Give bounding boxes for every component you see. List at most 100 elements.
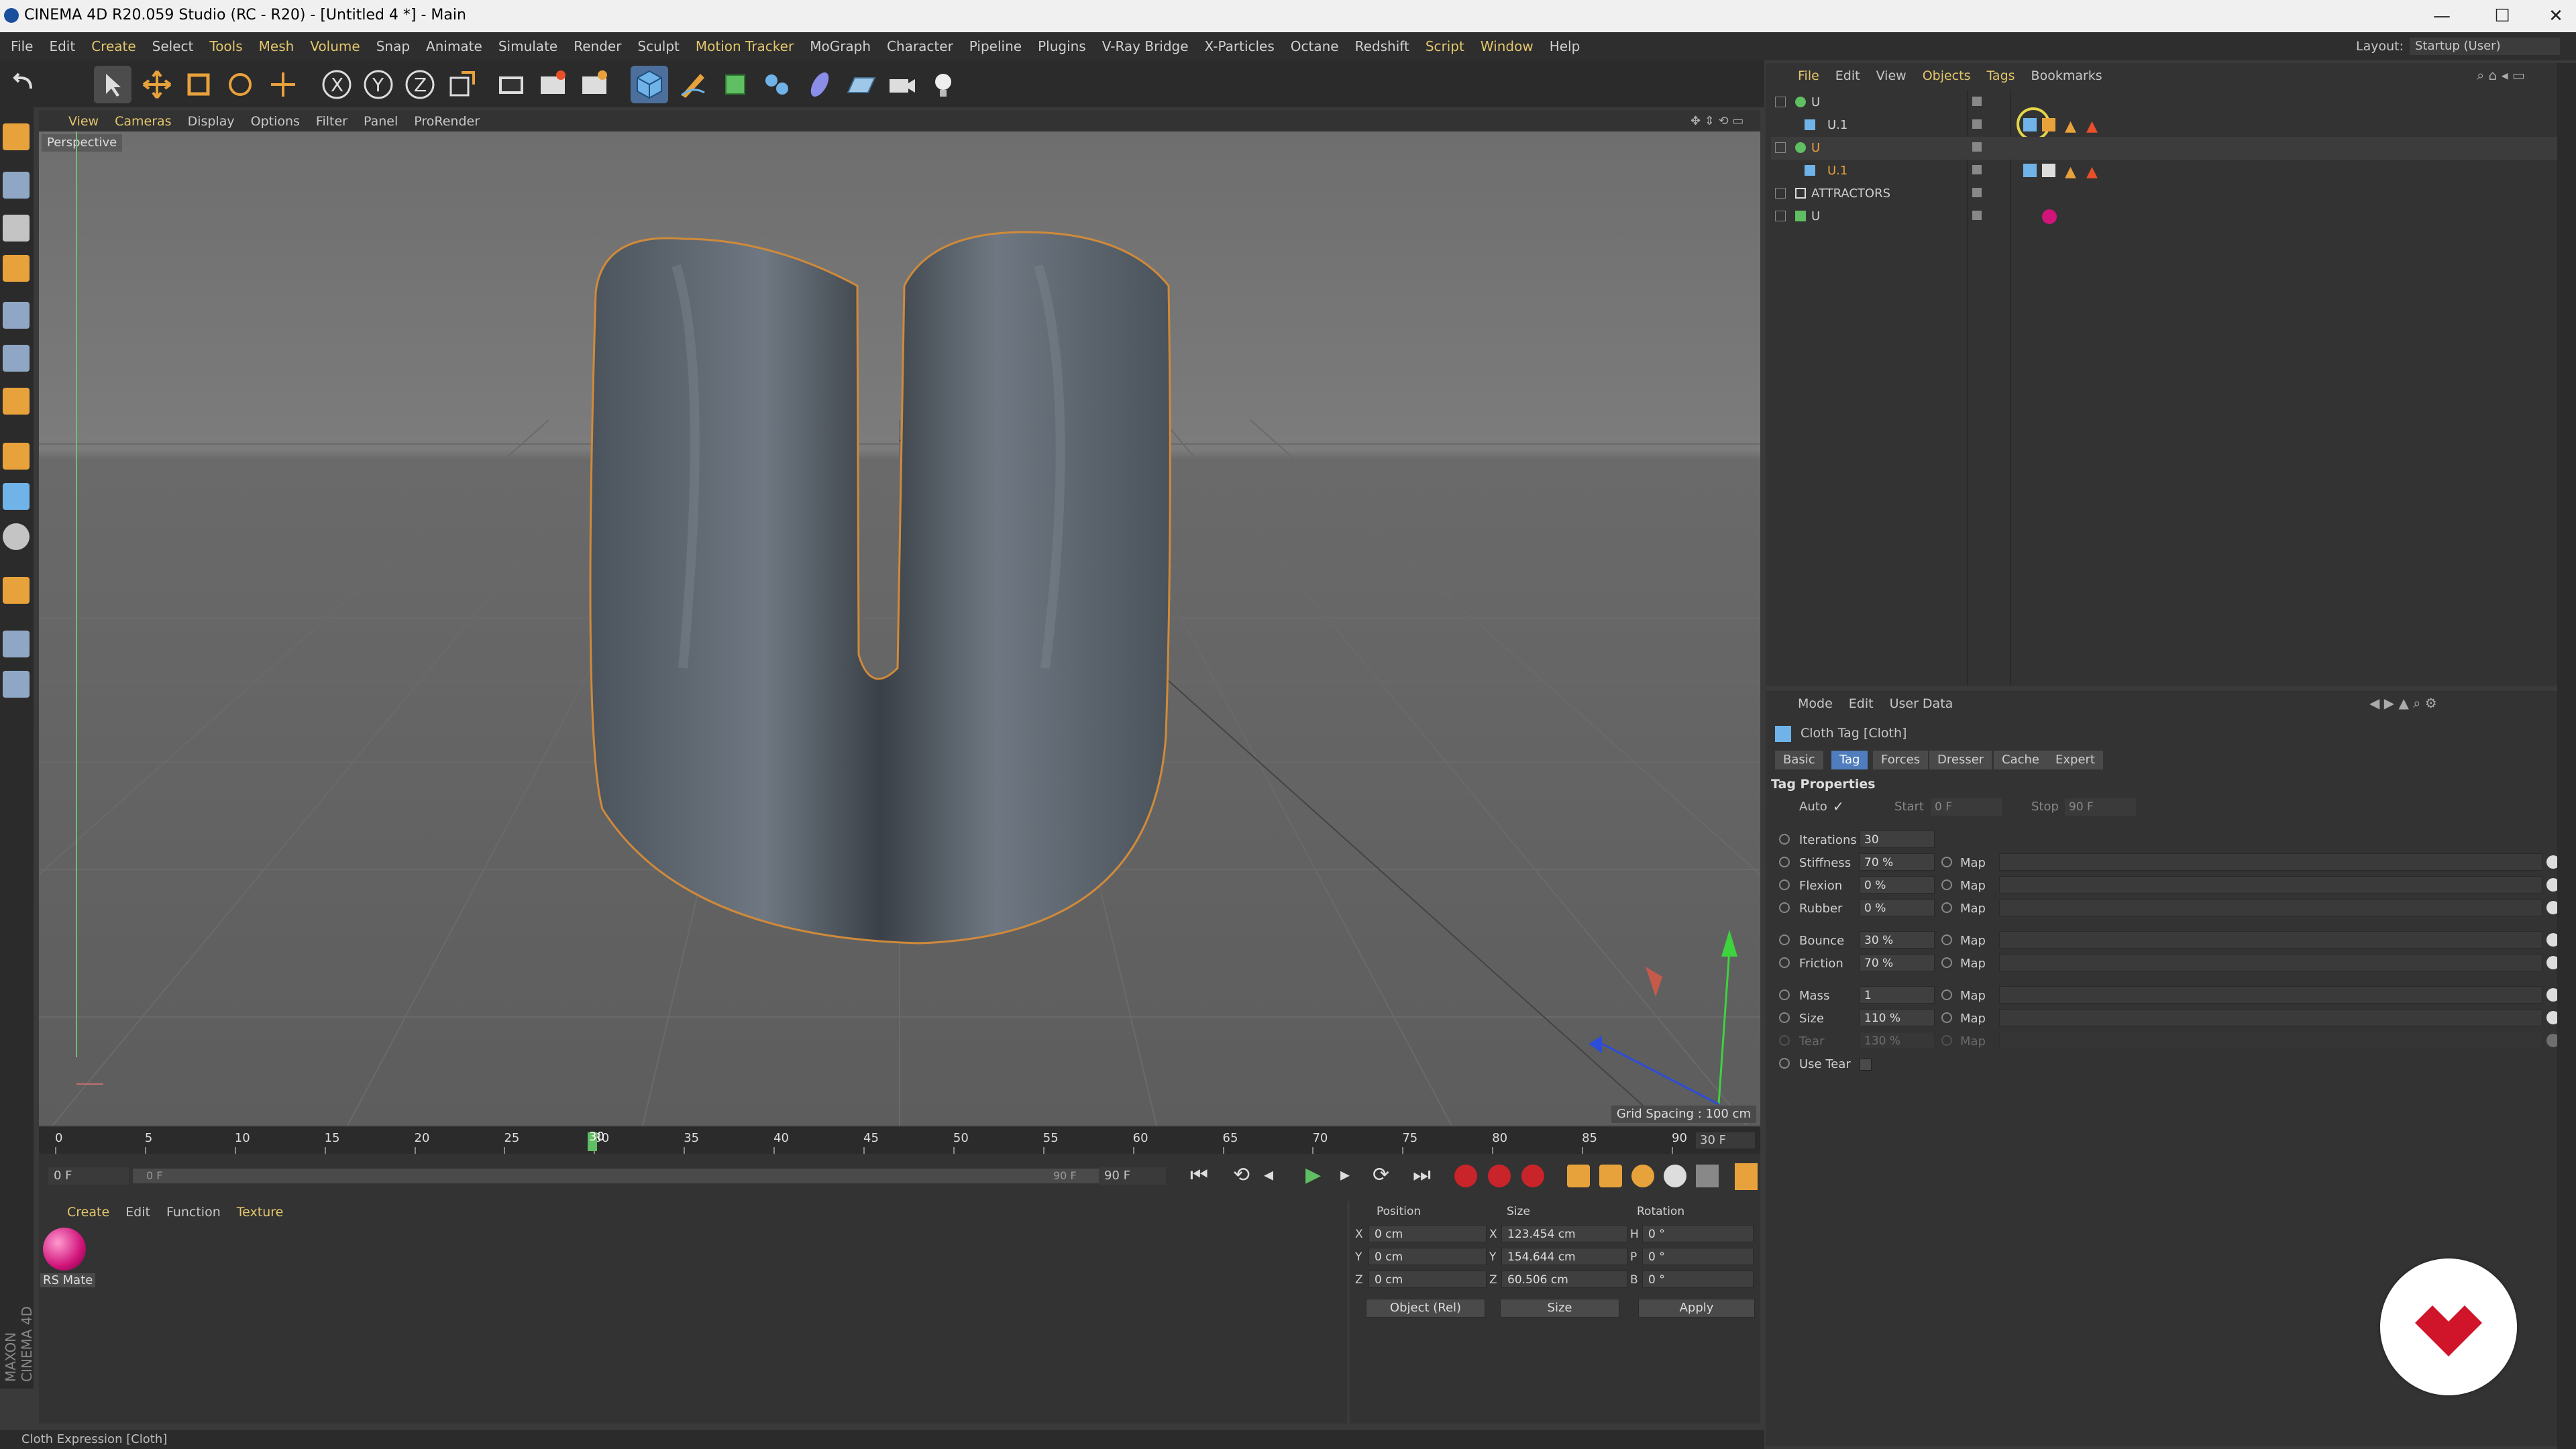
- viewport-menu-view[interactable]: View: [68, 114, 99, 129]
- visibility-toggle-icon[interactable]: [1972, 188, 1982, 197]
- menu-mesh[interactable]: Mesh: [251, 32, 303, 60]
- om-menu-objects[interactable]: Objects: [1923, 68, 1971, 83]
- floor-icon[interactable]: [843, 66, 880, 103]
- map-link-field[interactable]: [1999, 853, 2542, 871]
- tab-dresser[interactable]: Dresser: [1929, 751, 1992, 769]
- object-name[interactable]: ATTRACTORS: [1811, 186, 1890, 201]
- current-time-field[interactable]: 0 F: [48, 1167, 129, 1185]
- menu-redshift[interactable]: Redshift: [1347, 32, 1417, 60]
- autokeying-icon[interactable]: [1488, 1165, 1511, 1187]
- cloth-tag-icon[interactable]: [2023, 164, 2037, 177]
- animate-radio[interactable]: [1779, 834, 1790, 845]
- coordinate-mode-select[interactable]: Object (Rel): [1366, 1299, 1485, 1318]
- prop-value-field[interactable]: 70 %: [1860, 954, 1935, 971]
- render-view-icon[interactable]: [492, 66, 530, 103]
- animate-radio[interactable]: [1779, 1035, 1790, 1046]
- menu-create[interactable]: Create: [83, 32, 144, 60]
- animate-radio[interactable]: [1779, 857, 1790, 867]
- map-radio[interactable]: [1941, 902, 1952, 913]
- scale-icon[interactable]: [180, 66, 217, 103]
- object-name[interactable]: U.1: [1827, 118, 1847, 132]
- render-settings-icon[interactable]: [576, 66, 613, 103]
- animate-radio[interactable]: [1779, 879, 1790, 890]
- material-menu-texture[interactable]: Texture: [237, 1205, 284, 1220]
- camera-icon[interactable]: [883, 66, 920, 103]
- tab-cache[interactable]: Cache: [1994, 751, 2047, 769]
- texture-mode-icon[interactable]: [3, 215, 30, 241]
- map-radio[interactable]: [1941, 934, 1952, 945]
- viewport-menu-filter[interactable]: Filter: [316, 114, 347, 129]
- material-menu-edit[interactable]: Edit: [125, 1205, 150, 1220]
- om-row-u-second[interactable]: U: [1771, 137, 2563, 160]
- map-radio[interactable]: [1941, 1012, 1952, 1023]
- position-key-icon[interactable]: [1567, 1165, 1590, 1187]
- map-link-field[interactable]: [1999, 1032, 2542, 1049]
- edges-mode-icon[interactable]: [3, 345, 30, 372]
- attribute-nav-icons[interactable]: ◀ ▶ ▲ ⌕ ⚙: [2369, 695, 2437, 711]
- pitch-field[interactable]: 0 °: [1642, 1248, 1754, 1265]
- menu-character[interactable]: Character: [879, 32, 961, 60]
- menu-render[interactable]: Render: [566, 32, 629, 60]
- cloth-collider-tag-icon[interactable]: ▲: [2065, 118, 2076, 135]
- rotate-icon[interactable]: [221, 66, 259, 103]
- object-manager-search-icon[interactable]: ⌕ ⌂ ◂ ▭: [2477, 67, 2525, 83]
- expand-icon[interactable]: [1775, 211, 1786, 221]
- timeline-ruler[interactable]: 0 5 10 15 20 25 30 35 40 45 50 55 60 65 70 75 80 85 90 30 …: [39, 1127, 1760, 1154]
- menu-volume[interactable]: Volume: [302, 32, 368, 60]
- animate-radio[interactable]: [1779, 1012, 1790, 1023]
- am-menu-mode[interactable]: Mode: [1798, 696, 1833, 711]
- prop-value-field[interactable]: 30 %: [1860, 931, 1935, 949]
- menu-window[interactable]: Window: [1472, 32, 1542, 60]
- parameter-key-icon[interactable]: [1664, 1165, 1686, 1187]
- go-to-end-icon[interactable]: ⏭: [1413, 1163, 1440, 1190]
- menu-tools[interactable]: Tools: [201, 32, 250, 60]
- go-to-previous-key-icon[interactable]: ⟲: [1233, 1163, 1260, 1190]
- menu-edit[interactable]: Edit: [41, 32, 83, 60]
- prop-value-field[interactable]: 70 %: [1860, 853, 1935, 871]
- heading-field[interactable]: 0 °: [1642, 1225, 1754, 1242]
- menu-pipeline[interactable]: Pipeline: [961, 32, 1030, 60]
- x-size-field[interactable]: 123.454 cm: [1501, 1225, 1627, 1242]
- material-name[interactable]: RS Mate: [40, 1273, 96, 1287]
- cloth-collider-tag-icon[interactable]: ▲: [2065, 164, 2076, 180]
- viewport-navigation-icons[interactable]: ✥ ⇕ ⟲ ▭: [1690, 114, 1751, 128]
- go-to-start-icon[interactable]: ⏮: [1190, 1163, 1217, 1190]
- om-menu-edit[interactable]: Edit: [1835, 68, 1860, 83]
- undo-icon[interactable]: [4, 66, 42, 103]
- map-radio[interactable]: [1941, 857, 1952, 867]
- x-axis-icon[interactable]: X: [318, 66, 356, 103]
- deformer-icon[interactable]: [801, 66, 839, 103]
- map-link-field[interactable]: [1999, 986, 2542, 1004]
- step-forward-icon[interactable]: ▸: [1340, 1163, 1367, 1190]
- prop-value-field[interactable]: 0 %: [1860, 876, 1935, 894]
- om-row-u-third[interactable]: U: [1771, 205, 2563, 228]
- keyframe-selection-icon[interactable]: [1521, 1165, 1544, 1187]
- snap-icon[interactable]: [3, 523, 30, 550]
- live-selection-icon[interactable]: [94, 66, 131, 103]
- animate-radio[interactable]: [1779, 957, 1790, 968]
- expand-icon[interactable]: [1775, 142, 1786, 153]
- z-size-field[interactable]: 60.506 cm: [1501, 1271, 1627, 1288]
- map-link-field[interactable]: [1999, 931, 2542, 949]
- viewport-menu-options[interactable]: Options: [251, 114, 300, 129]
- prop-value-field[interactable]: 0 %: [1860, 899, 1935, 916]
- apply-button[interactable]: Apply: [1638, 1299, 1755, 1318]
- cloth-tag-icon[interactable]: [2023, 118, 2037, 131]
- visibility-toggle-icon[interactable]: [1972, 211, 1982, 220]
- model-mode-icon[interactable]: [3, 172, 30, 199]
- menu-plugins[interactable]: Plugins: [1030, 32, 1094, 60]
- minimize-button[interactable]: —: [2422, 4, 2462, 28]
- object-name[interactable]: U: [1811, 209, 1820, 223]
- axis-mode-icon[interactable]: [3, 443, 30, 470]
- z-position-field[interactable]: 0 cm: [1368, 1271, 1487, 1288]
- cube-icon[interactable]: [631, 66, 668, 103]
- animate-radio[interactable]: [1779, 989, 1790, 1000]
- object-name[interactable]: U.1: [1827, 164, 1847, 178]
- recent-tool-icon[interactable]: [264, 66, 302, 103]
- prop-value-field[interactable]: 30: [1860, 830, 1935, 848]
- stop-field[interactable]: 90 F: [2065, 798, 2136, 816]
- preview-range-slider[interactable]: 0 F: [133, 1169, 1126, 1183]
- bank-field[interactable]: 0 °: [1642, 1271, 1754, 1288]
- material-menu-function[interactable]: Function: [166, 1205, 221, 1220]
- map-radio[interactable]: [1941, 957, 1952, 968]
